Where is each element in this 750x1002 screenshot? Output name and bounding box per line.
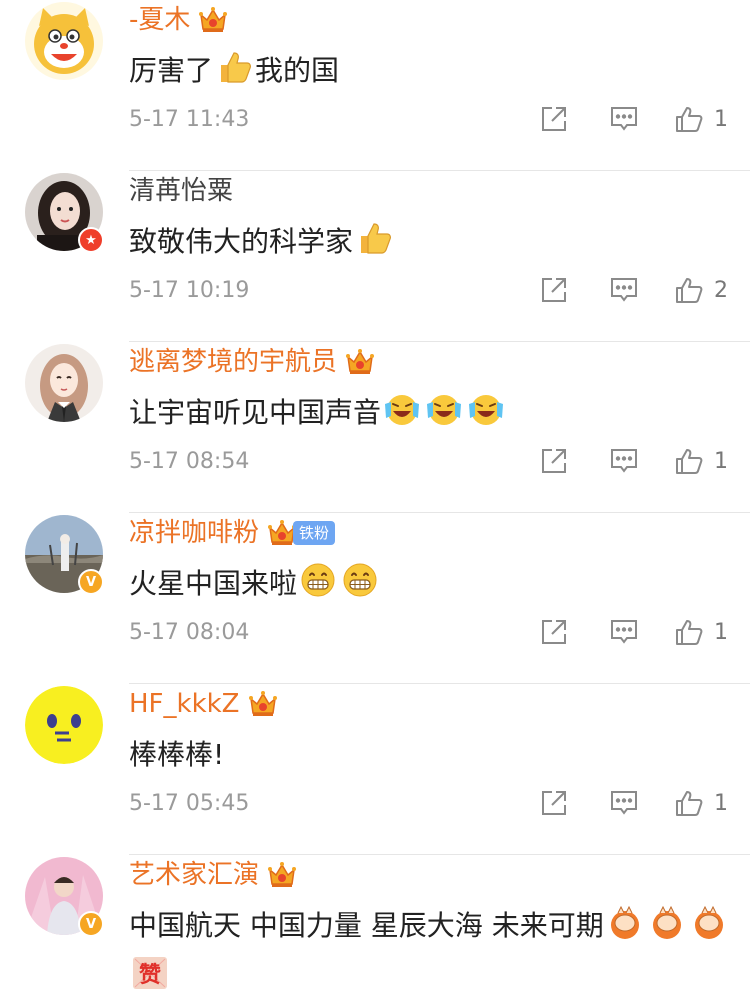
reply-icon[interactable] [604, 614, 644, 650]
comment-text-main: 棒棒棒! [129, 738, 225, 771]
fan-badge: 铁粉 [293, 521, 336, 545]
svg-text:赞: 赞 [138, 963, 161, 988]
reply-icon[interactable] [604, 272, 644, 308]
comment-text-main: 让宇宙听见中国声音 [129, 396, 382, 429]
like-count: 1 [714, 106, 728, 132]
laugh-cry-emoji [425, 390, 463, 428]
reply-icon[interactable] [604, 101, 644, 137]
thumbs-up-emoji [355, 219, 393, 257]
comment-text-main: 中国航天 中国力量 星辰大海 未来可期 [129, 909, 604, 942]
fist-emoji [690, 903, 728, 941]
crown-icon [345, 348, 375, 376]
username-link[interactable]: 艺术家汇演 [129, 855, 259, 895]
like-button[interactable]: 1 [674, 614, 730, 650]
like-button[interactable]: 1 [674, 443, 730, 479]
share-icon[interactable] [534, 785, 574, 821]
anime-girl-avatar[interactable] [25, 344, 103, 422]
verified-v-icon: V [78, 569, 104, 595]
laugh-cry-emoji [383, 390, 421, 428]
verified-v-icon: V [78, 911, 104, 937]
yellow-face-avatar[interactable] [25, 686, 103, 764]
reply-icon[interactable] [604, 443, 644, 479]
share-icon[interactable] [534, 101, 574, 137]
zan-emoji: 赞 [131, 953, 169, 991]
crown-icon [198, 6, 228, 34]
comment-item: 逃离梦境的宇航员让宇宙听见中国声音 5-17 08:54 1 [0, 342, 750, 513]
comment-text-main: 致敬伟大的科学家 [129, 225, 354, 258]
grin-emoji [341, 561, 379, 599]
comment-time: 5-17 08:54 [129, 448, 250, 474]
share-icon[interactable] [534, 272, 574, 308]
comment-item: ★ 清苒怡粟致敬伟大的科学家 5-17 10:19 2 [0, 171, 750, 342]
like-button[interactable]: 2 [674, 272, 730, 308]
comment-time: 5-17 11:43 [129, 106, 250, 132]
laugh-cry-emoji [467, 390, 505, 428]
like-count: 1 [714, 790, 728, 816]
like-icon [674, 788, 704, 818]
cartoon-cat-avatar[interactable] [25, 2, 103, 80]
thumbs-up-emoji [215, 48, 253, 86]
fist-emoji [648, 903, 686, 941]
comment-text-after: 我的国 [255, 54, 340, 87]
like-icon [674, 104, 704, 134]
username-link[interactable]: -夏木 [129, 0, 190, 40]
share-icon[interactable] [534, 443, 574, 479]
share-icon[interactable] [534, 614, 574, 650]
star-badge-icon: ★ [78, 227, 104, 253]
crown-icon [248, 690, 278, 718]
comment-text-main: 厉害了 [129, 54, 214, 87]
like-icon [674, 617, 704, 647]
comment-time: 5-17 05:45 [129, 790, 250, 816]
comment-text: 中国航天 中国力量 星辰大海 未来可期赞 [129, 901, 730, 1001]
comment-item: -夏木 厉害了 我的国 5-17 11:43 1 [0, 0, 750, 171]
comment-text: 致敬伟大的科学家 [129, 217, 730, 267]
reply-icon[interactable] [604, 785, 644, 821]
like-button[interactable]: 1 [674, 785, 730, 821]
comment-list: -夏木 厉害了 我的国 5-17 11:43 1 ★ 清苒怡粟 致敬伟大的科学家 5-17 10… [0, 0, 750, 1002]
like-button[interactable]: 1 [674, 101, 730, 137]
comment-item: HF_kkkZ 棒棒棒! 5-17 05:45 1 [0, 684, 750, 855]
username-link[interactable]: 清苒怡粟 [129, 171, 233, 211]
comment-item: V 艺术家汇演中国航天 中国力量 星辰大海 未来可期赞 [0, 855, 750, 1002]
grin-emoji [299, 561, 337, 599]
comment-text-main: 火星中国来啦 [129, 567, 298, 600]
username-link[interactable]: 凉拌咖啡粉 [129, 513, 259, 553]
comment-text: 棒棒棒! [129, 730, 730, 780]
like-icon [674, 446, 704, 476]
like-count: 2 [714, 277, 728, 303]
comment-text: 厉害了 我的国 [129, 46, 730, 96]
comment-item: V 凉拌咖啡粉 铁粉火星中国来啦 5-17 08:04 1 [0, 513, 750, 684]
comment-text: 火星中国来啦 [129, 559, 730, 609]
like-icon [674, 275, 704, 305]
like-count: 1 [714, 448, 728, 474]
username-link[interactable]: HF_kkkZ [129, 684, 240, 724]
comment-time: 5-17 08:04 [129, 619, 250, 645]
crown-icon [267, 861, 297, 889]
fist-emoji [606, 903, 644, 941]
comment-time: 5-17 10:19 [129, 277, 250, 303]
comment-text: 让宇宙听见中国声音 [129, 388, 730, 438]
like-count: 1 [714, 619, 728, 645]
username-link[interactable]: 逃离梦境的宇航员 [129, 342, 337, 382]
